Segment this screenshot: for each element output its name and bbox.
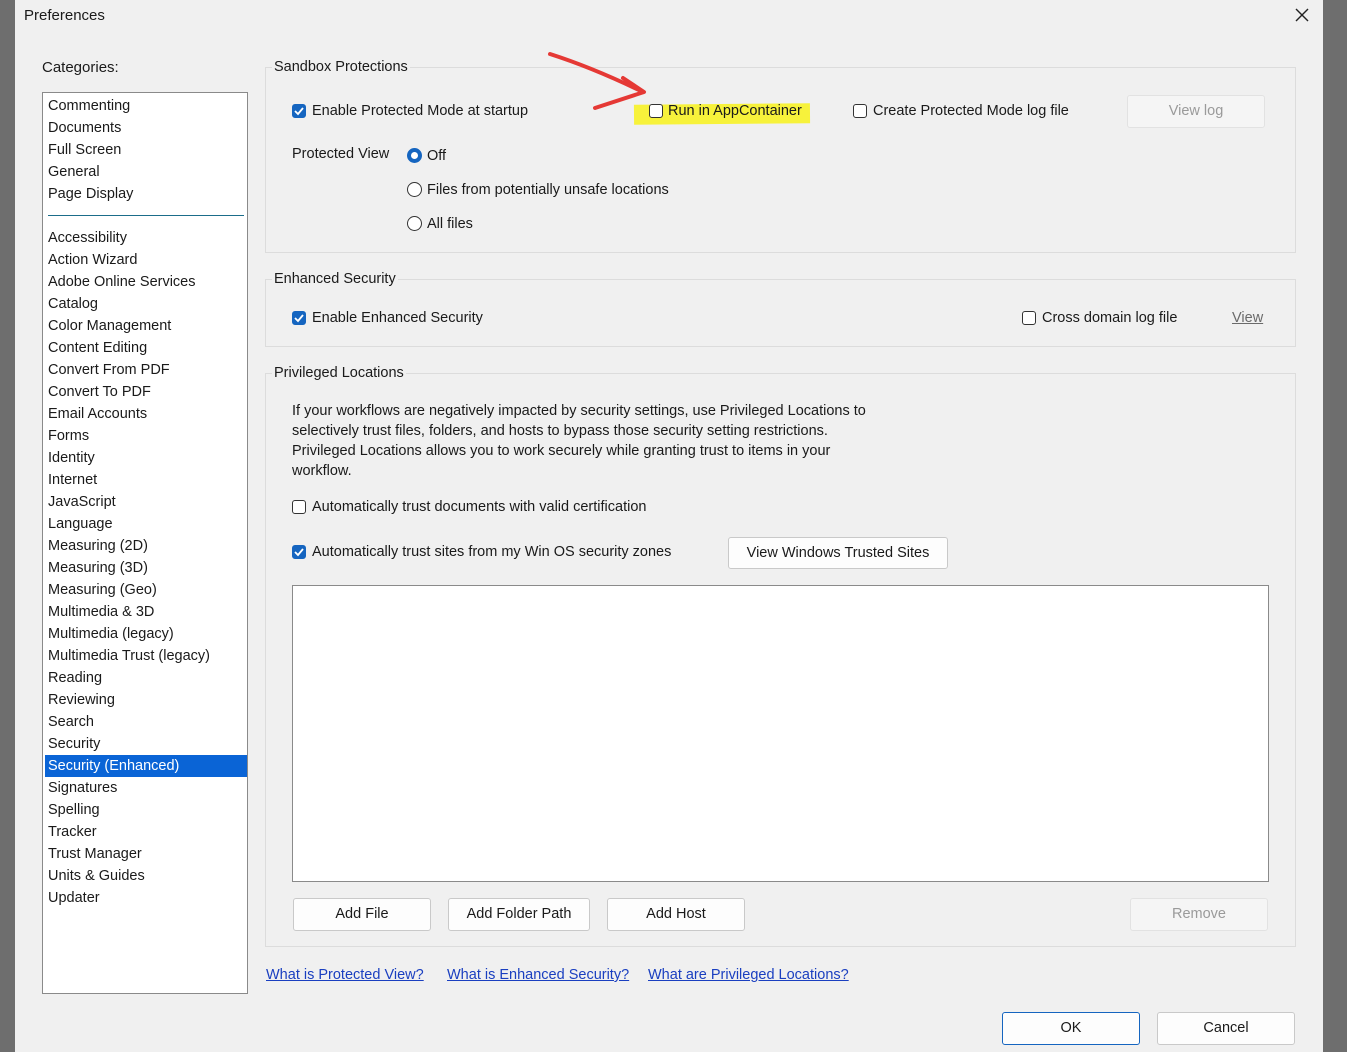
privileged-description-line: Privileged Locations allows you to work … (292, 443, 831, 459)
view-log-button[interactable]: View log (1127, 95, 1265, 128)
view-trusted-sites-button[interactable]: View Windows Trusted Sites (728, 537, 948, 569)
cancel-button[interactable]: Cancel (1157, 1012, 1295, 1045)
category-item[interactable]: Measuring (2D) (45, 535, 247, 557)
protected-view-off-radio[interactable] (407, 148, 422, 163)
category-item[interactable]: General (45, 161, 247, 183)
categories-label: Categories: (42, 59, 119, 76)
category-item[interactable]: Email Accounts (45, 403, 247, 425)
category-item[interactable]: Multimedia & 3D (45, 601, 247, 623)
protected-view-unsafe-radio[interactable] (407, 182, 422, 197)
category-item[interactable]: Reviewing (45, 689, 247, 711)
category-item[interactable]: Measuring (Geo) (45, 579, 247, 601)
trust-win-zones-label: Automatically trust sites from my Win OS… (312, 544, 672, 560)
left-backdrop (0, 0, 15, 1052)
create-log-checkbox[interactable] (853, 104, 867, 118)
category-item[interactable]: Page Display (45, 183, 247, 205)
trust-certified-checkbox[interactable] (292, 500, 306, 514)
trust-win-zones-checkbox[interactable] (292, 545, 306, 559)
checkmark-icon (294, 107, 304, 116)
category-item[interactable]: Spelling (45, 799, 247, 821)
category-item[interactable]: Measuring (3D) (45, 557, 247, 579)
category-item[interactable]: Reading (45, 667, 247, 689)
red-arrow-icon (548, 52, 646, 110)
category-item[interactable]: Security (45, 733, 247, 755)
what-is-protected-view-link[interactable]: What is Protected View? (266, 967, 424, 983)
cross-domain-label: Cross domain log file (1042, 310, 1178, 326)
category-item[interactable]: Color Management (45, 315, 247, 337)
enable-enhanced-checkbox[interactable] (292, 311, 306, 325)
enable-protected-mode-checkbox[interactable] (292, 104, 306, 118)
category-item[interactable]: Tracker (45, 821, 247, 843)
category-item[interactable]: Signatures (45, 777, 247, 799)
add-file-button[interactable]: Add File (293, 898, 431, 931)
category-separator (48, 215, 244, 216)
category-item[interactable]: Full Screen (45, 139, 247, 161)
add-host-button[interactable]: Add Host (607, 898, 745, 931)
category-item[interactable]: Content Editing (45, 337, 247, 359)
category-item[interactable]: Adobe Online Services (45, 271, 247, 293)
privileged-description-line: workflow. (292, 463, 352, 479)
category-item[interactable]: Action Wizard (45, 249, 247, 271)
category-item[interactable]: JavaScript (45, 491, 247, 513)
category-item[interactable]: Multimedia (legacy) (45, 623, 247, 645)
category-item[interactable]: Identity (45, 447, 247, 469)
add-folder-path-button[interactable]: Add Folder Path (448, 898, 590, 931)
what-are-privileged-locations-link[interactable]: What are Privileged Locations? (648, 967, 849, 983)
protected-view-all-radio[interactable] (407, 216, 422, 231)
right-backdrop (1323, 0, 1347, 1052)
category-item[interactable]: Search (45, 711, 247, 733)
protected-view-unsafe-label: Files from potentially unsafe locations (427, 182, 669, 198)
what-is-enhanced-security-link[interactable]: What is Enhanced Security? (447, 967, 629, 983)
category-item[interactable]: Trust Manager (45, 843, 247, 865)
category-item[interactable]: Convert From PDF (45, 359, 247, 381)
privileged-description-line: If your workflows are negatively impacte… (292, 403, 866, 419)
trust-certified-label: Automatically trust documents with valid… (312, 499, 647, 515)
close-button[interactable] (1288, 0, 1316, 30)
sandbox-legend: Sandbox Protections (272, 59, 410, 75)
category-item[interactable]: Multimedia Trust (legacy) (45, 645, 247, 667)
window-title: Preferences (24, 7, 105, 24)
ok-button[interactable]: OK (1002, 1012, 1140, 1045)
remove-button[interactable]: Remove (1130, 898, 1268, 931)
create-log-label: Create Protected Mode log file (873, 103, 1069, 119)
category-item[interactable]: Accessibility (45, 227, 247, 249)
protected-view-off-label: Off (427, 148, 447, 164)
enhanced-legend: Enhanced Security (272, 271, 398, 287)
category-item[interactable]: Catalog (45, 293, 247, 315)
protected-view-label: Protected View (292, 146, 390, 162)
category-item[interactable]: Updater (45, 887, 247, 909)
close-icon (1295, 8, 1309, 22)
category-item[interactable]: Documents (45, 117, 247, 139)
privileged-legend: Privileged Locations (272, 365, 406, 381)
checkmark-icon (294, 548, 304, 557)
categories-list[interactable]: Commenting Documents Full Screen General… (42, 92, 248, 994)
category-item[interactable]: Units & Guides (45, 865, 247, 887)
privileged-locations-list[interactable] (292, 585, 1269, 882)
view-cross-domain-link[interactable]: View (1232, 310, 1263, 326)
category-item[interactable]: Internet (45, 469, 247, 491)
privileged-description-line: selectively trust files, folders, and ho… (292, 423, 828, 439)
category-item-selected[interactable]: Security (Enhanced) (45, 755, 247, 777)
category-item[interactable]: Language (45, 513, 247, 535)
enable-enhanced-label: Enable Enhanced Security (312, 310, 483, 326)
category-item[interactable]: Forms (45, 425, 247, 447)
cross-domain-checkbox[interactable] (1022, 311, 1036, 325)
checkmark-icon (294, 314, 304, 323)
run-in-appcontainer-label: Run in AppContainer (668, 103, 802, 119)
protected-view-all-label: All files (427, 216, 473, 232)
category-item[interactable]: Convert To PDF (45, 381, 247, 403)
enable-protected-mode-label: Enable Protected Mode at startup (312, 103, 529, 119)
category-item[interactable]: Commenting (45, 95, 247, 117)
